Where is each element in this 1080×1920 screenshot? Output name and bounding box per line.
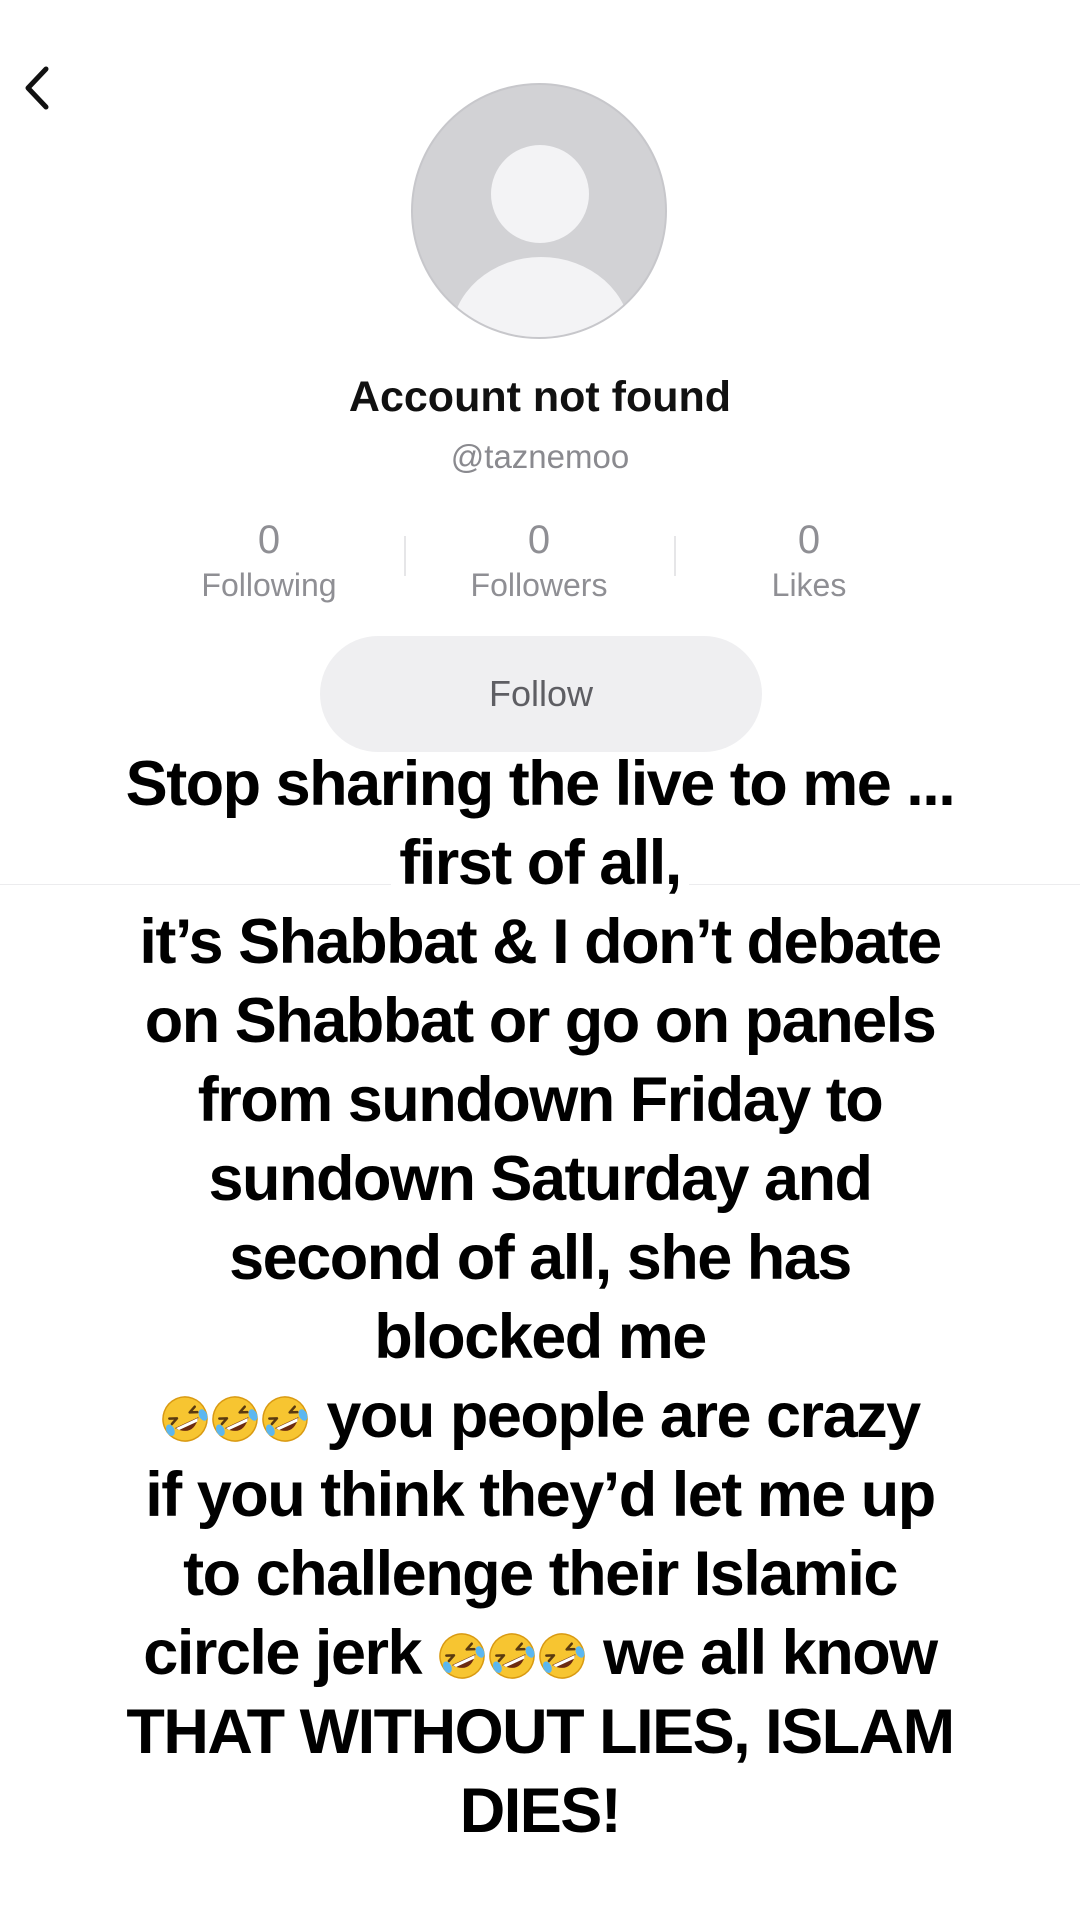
caption-line: if you think they’d let me up bbox=[145, 1460, 936, 1530]
caption-line: from sundown Friday to bbox=[197, 1065, 884, 1135]
rolling-laughing-emoji-icon bbox=[262, 1396, 309, 1442]
rolling-laughing-emoji-icon bbox=[539, 1633, 585, 1679]
caption-line: it’s Shabbat & I don’t debate bbox=[139, 907, 942, 977]
caption-line: sundown Saturday and bbox=[208, 1144, 873, 1214]
caption-line: you people are crazy bbox=[80, 1377, 1000, 1456]
caption-line: DIES! bbox=[459, 1776, 622, 1846]
followers-count: 0 bbox=[527, 518, 551, 562]
rolling-laughing-emoji-icon bbox=[212, 1396, 259, 1442]
following-label: Following bbox=[201, 567, 337, 603]
likes-count: 0 bbox=[797, 518, 821, 562]
stat-followers[interactable]: 0 Followers bbox=[429, 515, 649, 605]
stat-likes[interactable]: 0 Likes bbox=[699, 515, 919, 605]
stat-following[interactable]: 0 Following bbox=[159, 515, 379, 605]
caption-line: Stop sharing the live to me ... bbox=[125, 749, 956, 819]
caption-line: first of all, bbox=[80, 824, 1000, 903]
caption-overlay: Stop sharing the live to me ... first of… bbox=[80, 745, 1000, 1851]
laughing-emoji-group bbox=[160, 1376, 310, 1455]
rolling-laughing-emoji-icon bbox=[489, 1633, 535, 1679]
stat-divider bbox=[404, 536, 406, 576]
likes-label: Likes bbox=[771, 567, 847, 603]
profile-name: Account not found bbox=[348, 373, 732, 421]
avatar bbox=[411, 83, 667, 339]
caption-line: to challenge their Islamic bbox=[183, 1539, 898, 1609]
caption-line: circle jerk we all know bbox=[80, 1614, 1000, 1693]
laughing-emoji-group bbox=[437, 1613, 587, 1692]
default-avatar-head bbox=[491, 145, 589, 243]
follow-button[interactable]: Follow bbox=[320, 636, 762, 752]
profile-handle: @taznemoo bbox=[450, 438, 630, 475]
caption-line: blocked me bbox=[374, 1302, 707, 1372]
caption-line: on Shabbat or go on panels bbox=[144, 986, 937, 1056]
chevron-left-icon bbox=[25, 66, 49, 110]
back-button[interactable] bbox=[10, 60, 66, 116]
followers-label: Followers bbox=[470, 567, 608, 603]
following-count: 0 bbox=[257, 518, 281, 562]
rolling-laughing-emoji-icon bbox=[439, 1633, 485, 1679]
caption-line: second of all, she has bbox=[229, 1223, 852, 1293]
rolling-laughing-emoji-icon bbox=[162, 1396, 209, 1442]
default-avatar-body bbox=[451, 257, 631, 337]
caption-line: THAT WITHOUT LIES, ISLAM bbox=[126, 1697, 955, 1767]
stat-divider bbox=[674, 536, 676, 576]
